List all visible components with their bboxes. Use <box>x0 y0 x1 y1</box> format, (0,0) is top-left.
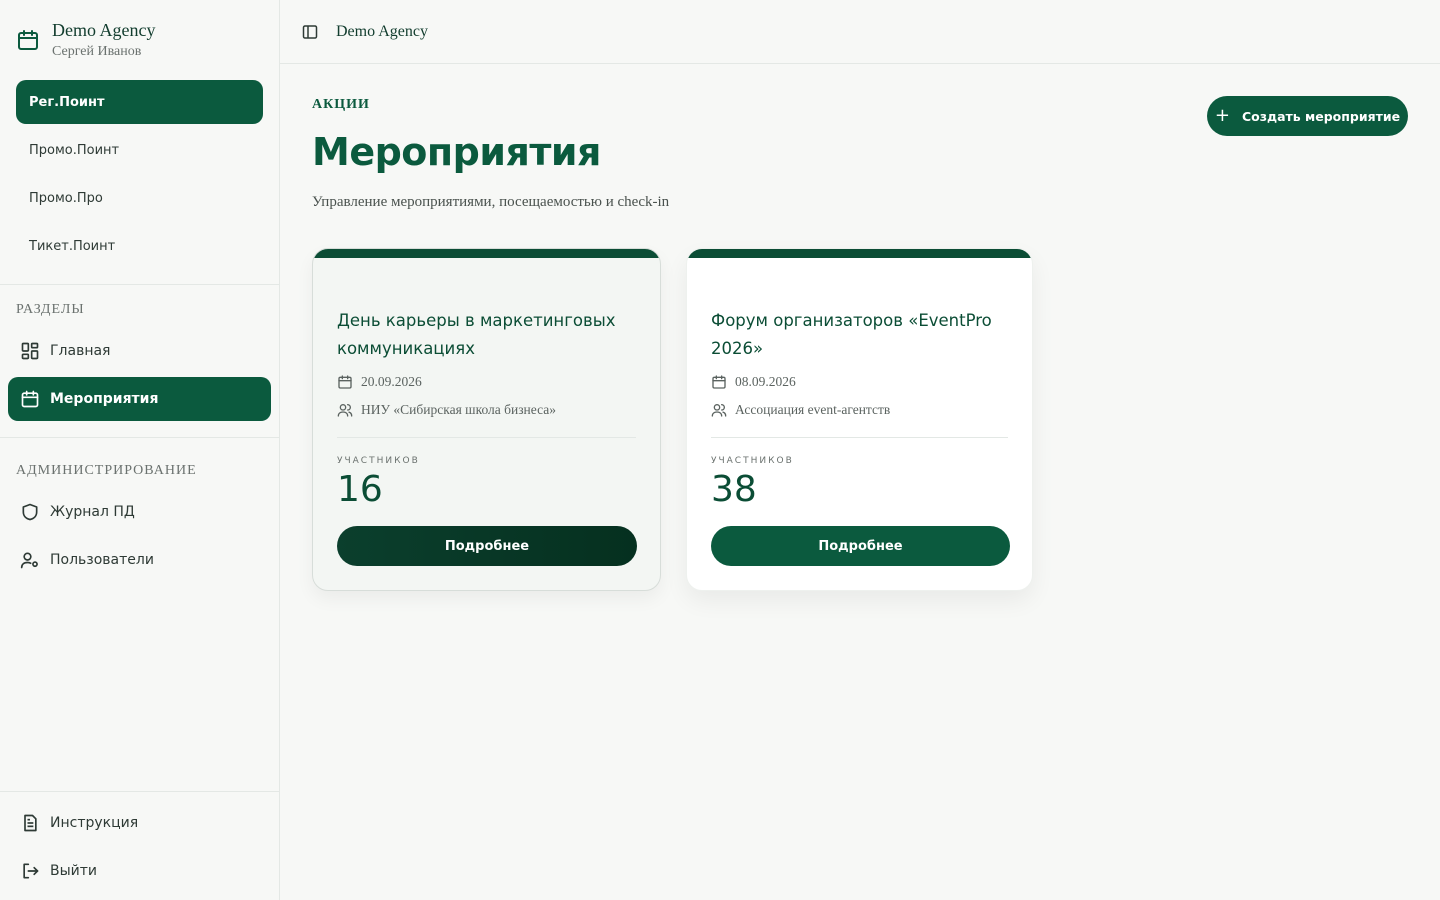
users-settings-icon <box>20 552 38 569</box>
event-card: Форум организаторов «EventPro 2026» 08.0… <box>686 248 1033 591</box>
divider <box>0 284 279 285</box>
participants-label: УЧАСТНИКОВ <box>337 456 420 466</box>
create-event-button[interactable]: + Создать мероприятие <box>1207 96 1408 136</box>
participants-count: 16 <box>337 469 383 510</box>
sidebar-item-instructions[interactable]: Инструкция <box>8 801 271 845</box>
participants-label: УЧАСТНИКОВ <box>711 456 794 466</box>
users-icon <box>337 404 353 417</box>
details-button[interactable]: Подробнее <box>337 526 637 566</box>
sidebar-item-label: Пользователи <box>50 552 154 568</box>
create-event-label: Создать мероприятие <box>1241 108 1401 124</box>
sidebar-item-events[interactable]: Мероприятия <box>8 377 271 421</box>
sidebar-item-label: Выйти <box>50 863 98 879</box>
event-date-text: 20.09.2026 <box>361 374 422 389</box>
card-accent-bar <box>313 249 660 258</box>
divider <box>711 437 1008 438</box>
event-date: 20.09.2026 <box>337 374 422 390</box>
event-organizer: Ассоциация event-агентств <box>711 402 890 418</box>
sidebar-item-label: Главная <box>50 343 111 359</box>
sidebar-item-home[interactable]: Главная <box>8 329 271 373</box>
product-regpoint[interactable]: Рег.Поинт <box>16 80 263 124</box>
event-organizer-text: НИУ «Сибирская школа бизнеса» <box>361 402 556 417</box>
admin-heading: АДМИНИСТРИРОВАНИЕ <box>16 463 197 478</box>
page-eyebrow: АКЦИИ <box>312 97 370 112</box>
sidebar-item-pd-journal[interactable]: Журнал ПД <box>8 490 271 534</box>
event-organizer: НИУ «Сибирская школа бизнеса» <box>337 402 556 418</box>
page-title: Мероприятия <box>312 130 601 174</box>
details-button[interactable]: Подробнее <box>711 526 1010 566</box>
product-promopoint[interactable]: Промо.Поинт <box>16 128 263 172</box>
sidebar: Demo Agency Сергей Иванов Рег.Поинт Пром… <box>0 0 280 900</box>
divider <box>0 437 279 438</box>
users-icon <box>711 404 727 417</box>
logout-button[interactable]: Выйти <box>8 849 271 893</box>
divider <box>337 437 636 438</box>
event-date: 08.09.2026 <box>711 374 796 390</box>
plus-icon: + <box>1214 105 1230 126</box>
brand[interactable]: Demo Agency Сергей Иванов <box>16 18 155 62</box>
dashboard-icon <box>21 342 39 360</box>
sections-heading: РАЗДЕЛЫ <box>16 302 85 317</box>
event-date-text: 08.09.2026 <box>735 374 796 389</box>
product-promopro[interactable]: Промо.Про <box>16 176 263 220</box>
event-card: День карьеры в маркетинговых коммуникаци… <box>312 248 661 591</box>
sidebar-item-label: Инструкция <box>50 815 139 831</box>
event-title[interactable]: День карьеры в маркетинговых коммуникаци… <box>337 307 637 363</box>
sidebar-item-label: Мероприятия <box>50 391 159 407</box>
participants-count: 38 <box>711 469 757 510</box>
divider <box>0 791 279 792</box>
document-icon <box>24 814 37 832</box>
calendar-icon <box>338 375 352 389</box>
event-organizer-text: Ассоциация event-агентств <box>735 402 891 417</box>
calendar-icon <box>712 375 726 389</box>
product-ticketpoint[interactable]: Тикет.Поинт <box>16 224 263 268</box>
card-accent-bar <box>687 249 1032 258</box>
calendar-icon <box>18 30 38 50</box>
calendar-icon <box>21 390 39 408</box>
logout-icon <box>23 863 39 879</box>
breadcrumb: Demo Agency <box>336 22 428 40</box>
shield-icon <box>22 503 38 521</box>
event-title[interactable]: Форум организаторов «EventPro 2026» <box>711 307 1011 363</box>
page-subtitle: Управление мероприятиями, посещаемостью … <box>312 194 670 210</box>
brand-user-name: Сергей Иванов <box>52 44 142 59</box>
sidebar-toggle-icon[interactable] <box>302 24 318 40</box>
brand-title: Demo Agency <box>52 20 156 40</box>
sidebar-item-label: Журнал ПД <box>50 504 135 520</box>
topbar: Demo Agency <box>280 0 1440 64</box>
sidebar-item-users[interactable]: Пользователи <box>8 538 271 582</box>
